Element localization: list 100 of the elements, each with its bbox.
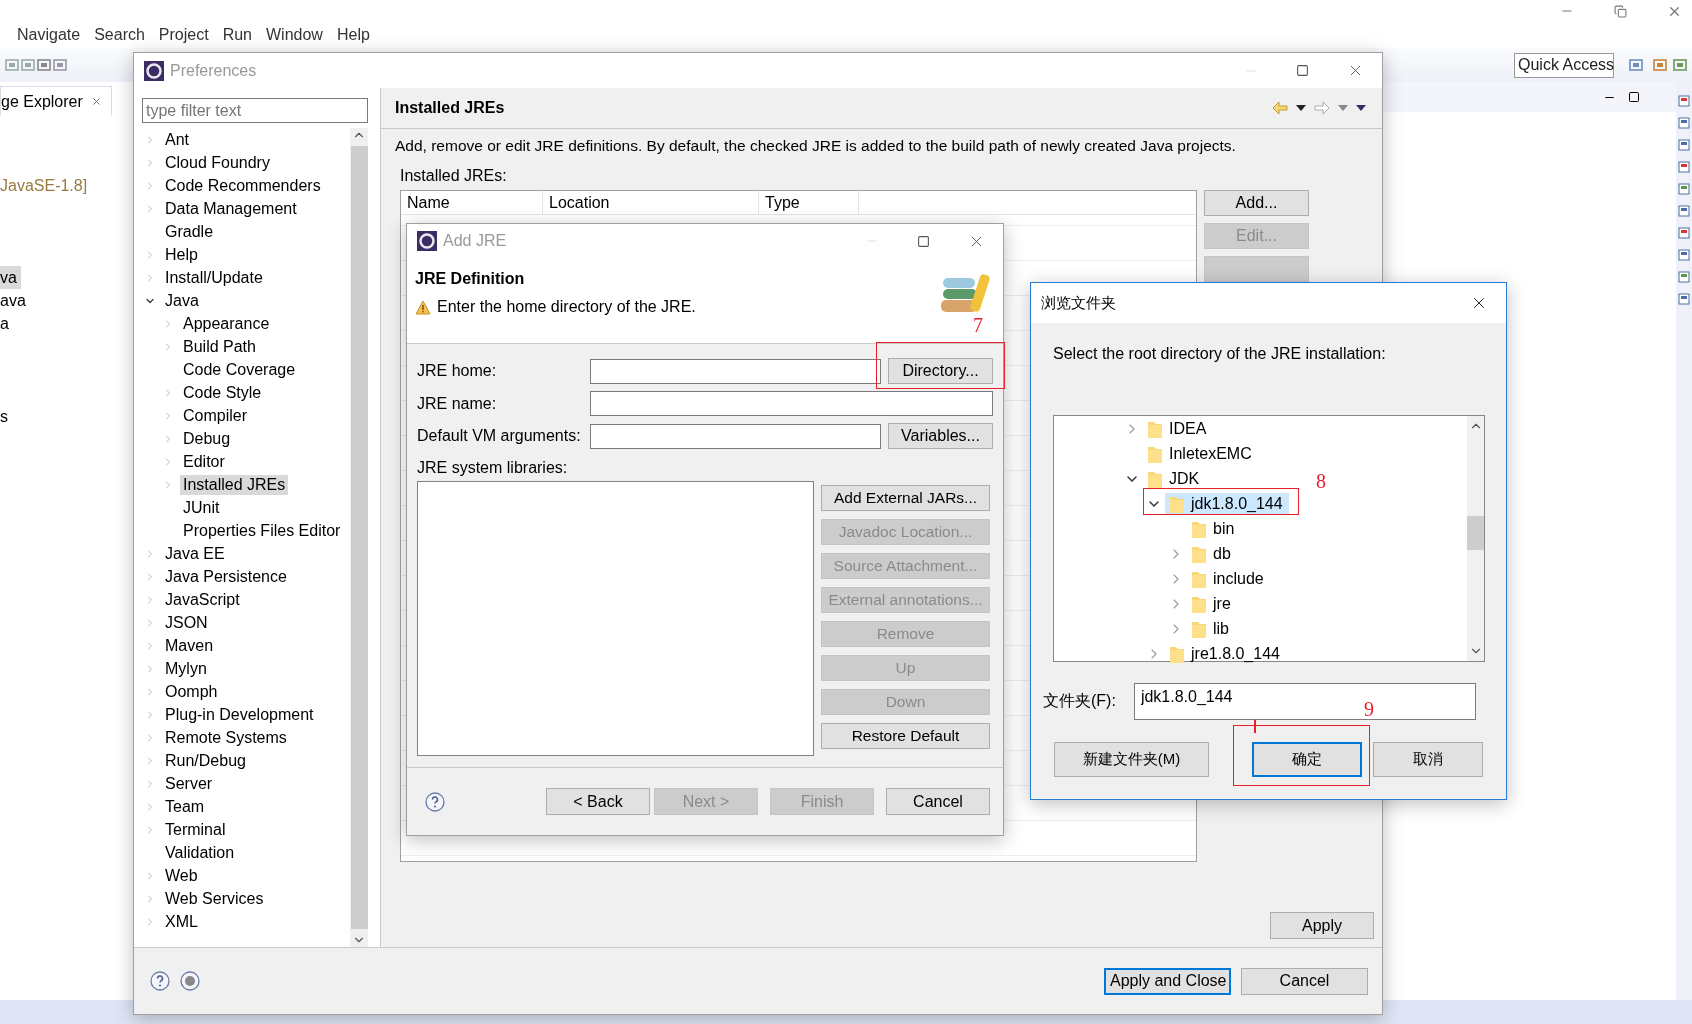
back-arrow-icon[interactable] bbox=[1272, 101, 1288, 115]
tree-item[interactable]: Java bbox=[162, 290, 202, 311]
view-icon[interactable] bbox=[1678, 226, 1690, 240]
folder-item[interactable]: db bbox=[1187, 542, 1237, 565]
wizard-button[interactable]: < Back bbox=[546, 788, 650, 815]
maximize-icon[interactable] bbox=[1296, 64, 1309, 77]
view-icon[interactable] bbox=[1678, 292, 1690, 306]
tree-item[interactable]: Remote Systems bbox=[162, 727, 290, 748]
toolbar-icon[interactable] bbox=[4, 57, 20, 73]
field-button[interactable]: Variables... bbox=[888, 423, 993, 449]
folder-item[interactable]: InletexEMC bbox=[1143, 442, 1258, 465]
restore-icon[interactable] bbox=[1614, 4, 1627, 18]
tree-item[interactable]: Java EE bbox=[162, 543, 228, 564]
explorer-item[interactable]: a bbox=[0, 312, 13, 335]
tree-item[interactable]: Code Recommenders bbox=[162, 175, 324, 196]
table-button[interactable]: Add... bbox=[1204, 190, 1309, 216]
tree-item[interactable]: Mylyn bbox=[162, 658, 210, 679]
tree-item[interactable]: Properties Files Editor bbox=[180, 520, 344, 541]
tree-item[interactable]: Code Coverage bbox=[180, 359, 299, 380]
folder-item[interactable]: jre1.8.0_144 bbox=[1165, 642, 1286, 665]
record-icon[interactable] bbox=[180, 971, 200, 991]
menu-item[interactable]: Project bbox=[158, 26, 209, 44]
dialog-button[interactable]: 新建文件夹(M) bbox=[1054, 742, 1209, 777]
explorer-item[interactable]: va bbox=[0, 266, 21, 289]
tree-item[interactable]: Run/Debug bbox=[162, 750, 249, 771]
tree-item[interactable]: Maven bbox=[162, 635, 217, 656]
tree-item[interactable]: Plug-in Development bbox=[162, 704, 317, 725]
tree-item[interactable]: Terminal bbox=[162, 819, 229, 840]
column-header[interactable]: Type bbox=[759, 191, 859, 214]
tree-item[interactable]: Installed JREs bbox=[180, 474, 289, 495]
tree-item[interactable]: Web Services bbox=[162, 888, 267, 909]
footer-button[interactable]: Cancel bbox=[1241, 967, 1368, 995]
toolbar-icon[interactable] bbox=[52, 57, 68, 73]
scroll-thumb[interactable] bbox=[1467, 516, 1484, 550]
tree-item[interactable]: Editor bbox=[180, 451, 228, 472]
tree-item[interactable]: Debug bbox=[180, 428, 234, 449]
scrollbar[interactable] bbox=[1467, 416, 1484, 661]
dropdown-icon[interactable] bbox=[1296, 105, 1306, 111]
help-icon[interactable] bbox=[425, 791, 445, 812]
maximize-icon[interactable] bbox=[1628, 91, 1640, 103]
tree-item[interactable]: Ant bbox=[162, 129, 192, 150]
view-icon[interactable] bbox=[1678, 138, 1690, 152]
tree-item[interactable]: Install/Update bbox=[162, 267, 266, 288]
tree-item[interactable]: Compiler bbox=[180, 405, 250, 426]
view-icon[interactable] bbox=[1678, 204, 1690, 218]
folder-item[interactable]: include bbox=[1187, 567, 1270, 590]
folder-item[interactable]: lib bbox=[1187, 617, 1235, 640]
view-icon[interactable] bbox=[1678, 270, 1690, 284]
tree-item[interactable]: Gradle bbox=[162, 221, 217, 242]
tree-item[interactable]: Build Path bbox=[180, 336, 259, 357]
tree-item[interactable]: Help bbox=[162, 244, 201, 265]
tree-item[interactable]: JUnit bbox=[180, 497, 223, 518]
tree-item[interactable]: Oomph bbox=[162, 681, 221, 702]
library-button[interactable]: Restore Default bbox=[821, 723, 990, 749]
view-icon[interactable] bbox=[1678, 160, 1690, 174]
menu-item[interactable]: Search bbox=[94, 26, 145, 44]
toolbar-icon[interactable] bbox=[20, 57, 36, 73]
field-button[interactable]: Directory... bbox=[888, 358, 993, 384]
tree-item[interactable]: Server bbox=[162, 773, 216, 794]
folder-item[interactable]: IDEA bbox=[1143, 417, 1213, 440]
toolbar-icon[interactable] bbox=[36, 57, 52, 73]
tree-item[interactable]: Cloud Foundry bbox=[162, 152, 273, 173]
explorer-item[interactable]: s bbox=[0, 405, 12, 428]
tree-item[interactable]: JavaScript bbox=[162, 589, 243, 610]
view-icon[interactable] bbox=[1678, 182, 1690, 196]
apply-button[interactable]: Apply bbox=[1270, 912, 1374, 939]
filter-field[interactable]: type filter text bbox=[142, 98, 368, 123]
menu-item[interactable]: Help bbox=[336, 26, 370, 44]
text-field[interactable] bbox=[590, 358, 881, 384]
tree-item[interactable]: Appearance bbox=[180, 313, 273, 334]
dialog-button[interactable]: 取消 bbox=[1373, 742, 1483, 777]
library-button[interactable]: Add External JARs... bbox=[821, 485, 990, 511]
footer-button[interactable]: Apply and Close bbox=[1104, 967, 1231, 995]
tab-label[interactable]: ge Explorer bbox=[1, 92, 83, 111]
folder-item[interactable]: JDK bbox=[1143, 467, 1206, 490]
explorer-item[interactable]: ava bbox=[0, 289, 30, 312]
tree-item[interactable]: Validation bbox=[162, 842, 238, 863]
maximize-icon[interactable] bbox=[917, 234, 930, 248]
view-icon[interactable] bbox=[1678, 94, 1690, 108]
toolbar-icon[interactable] bbox=[1652, 57, 1668, 73]
view-menu-icon[interactable] bbox=[1356, 105, 1366, 111]
view-icon[interactable] bbox=[1678, 248, 1690, 262]
menu-item[interactable]: Window bbox=[266, 26, 323, 44]
text-field[interactable] bbox=[590, 391, 993, 416]
tree-item[interactable]: Java Persistence bbox=[162, 566, 290, 587]
tree-item[interactable]: JSON bbox=[162, 612, 211, 633]
wizard-button[interactable]: Cancel bbox=[886, 788, 990, 815]
view-tab[interactable]: ge Explorer bbox=[0, 86, 112, 116]
toolbar-icon[interactable] bbox=[1672, 57, 1688, 73]
folder-item[interactable]: jdk1.8.0_144 bbox=[1165, 492, 1289, 515]
tree-item[interactable]: Team bbox=[162, 796, 208, 817]
tree-item[interactable]: Data Management bbox=[162, 198, 300, 219]
folder-item[interactable]: bin bbox=[1187, 517, 1241, 540]
dialog-button[interactable]: 确定 bbox=[1252, 742, 1362, 777]
forward-arrow-icon[interactable] bbox=[1314, 101, 1330, 115]
column-header[interactable]: Location bbox=[543, 191, 759, 214]
quick-access-field[interactable]: Quick Access bbox=[1514, 52, 1614, 78]
explorer-item[interactable]: JavaSE-1.8] bbox=[0, 174, 92, 197]
tree-item[interactable]: Web bbox=[162, 865, 201, 886]
toolbar-icon[interactable] bbox=[1628, 57, 1644, 73]
